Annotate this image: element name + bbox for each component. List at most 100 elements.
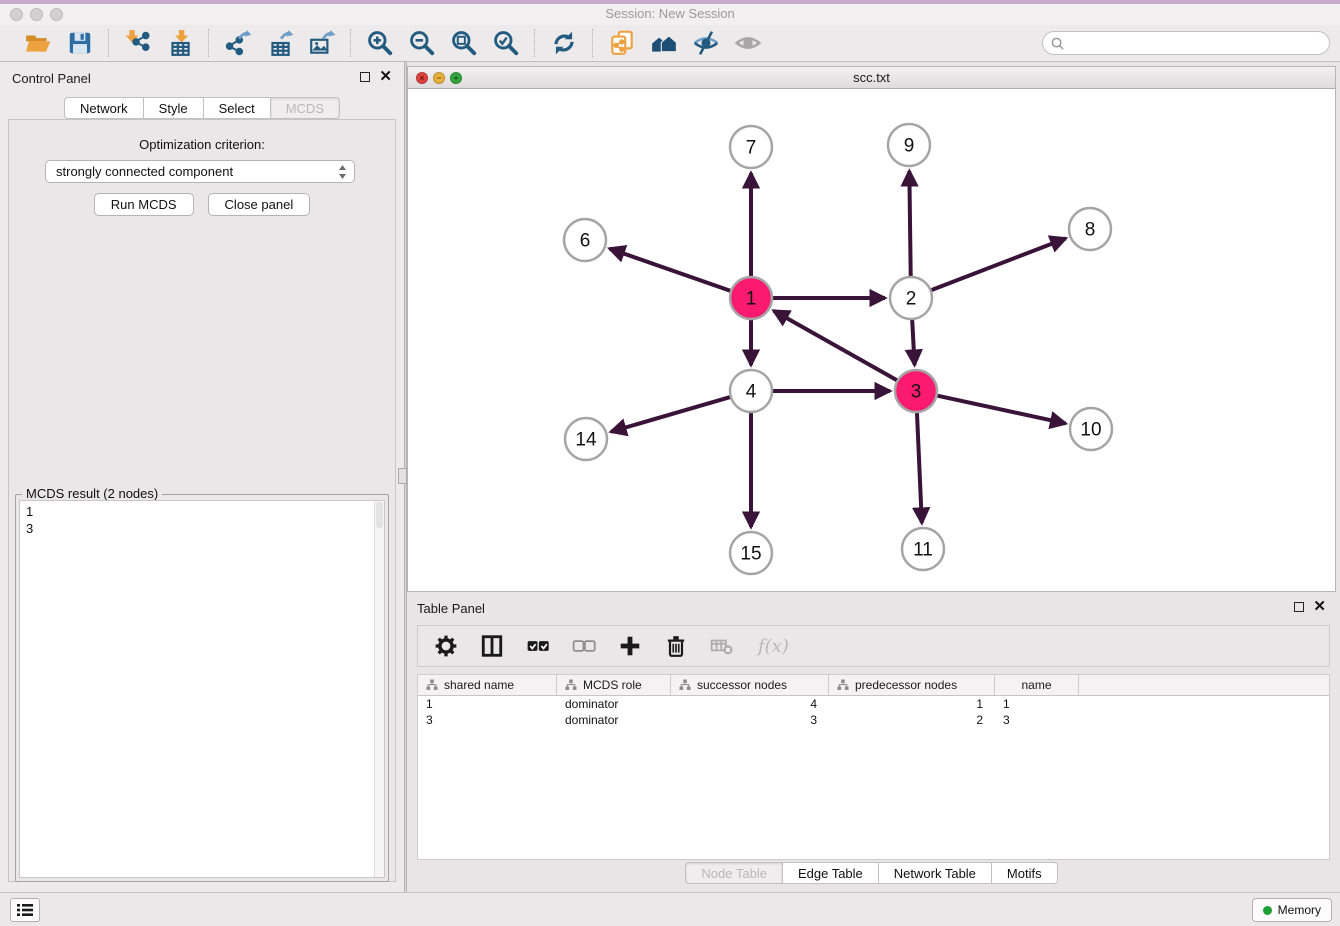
- trash-icon[interactable]: [664, 634, 688, 658]
- graph-node-9[interactable]: 9: [888, 124, 930, 166]
- checked-boxes-icon[interactable]: [526, 634, 550, 658]
- export-image-icon[interactable]: [306, 27, 338, 59]
- houses-icon[interactable]: [648, 27, 680, 59]
- zoom-selected-icon[interactable]: [490, 27, 522, 59]
- control-panel-tabs: NetworkStyleSelectMCDS: [0, 97, 404, 119]
- graph-edge-2-8[interactable]: [929, 238, 1066, 291]
- table-panel-tabs: Node TableEdge TableNetwork TableMotifs: [407, 862, 1336, 884]
- tab-motifs[interactable]: Motifs: [992, 862, 1058, 884]
- svg-text:1: 1: [746, 289, 757, 310]
- task-history-button[interactable]: [10, 898, 40, 922]
- plus-icon[interactable]: [618, 634, 642, 658]
- mcds-result-textarea[interactable]: 13: [19, 500, 385, 878]
- graph-edge-3-11[interactable]: [917, 410, 922, 523]
- graph-edge-1-6[interactable]: [610, 249, 734, 292]
- graph-node-4[interactable]: 4: [730, 370, 772, 412]
- memory-button-label: Memory: [1278, 903, 1321, 917]
- application-window: Session: New Session Control Panel ✕ Net…: [0, 0, 1340, 926]
- tab-edge-table[interactable]: Edge Table: [783, 862, 879, 884]
- graph-node-15[interactable]: 15: [730, 532, 772, 574]
- graph-node-2[interactable]: 2: [890, 277, 932, 319]
- network-window-titlebar[interactable]: × − + scc.txt: [408, 67, 1335, 89]
- zoom-fit-icon[interactable]: [448, 27, 480, 59]
- column-header-label: name: [1021, 678, 1051, 692]
- pages-share-icon[interactable]: [606, 27, 638, 59]
- graph-node-7[interactable]: 7: [730, 126, 772, 168]
- gear-icon[interactable]: [434, 634, 458, 658]
- graph-node-6[interactable]: 6: [564, 219, 606, 261]
- graph-edge-3-1[interactable]: [774, 311, 900, 382]
- float-panel-icon[interactable]: [360, 72, 370, 82]
- svg-text:3: 3: [911, 382, 922, 403]
- hierarchy-icon: [679, 679, 691, 691]
- tab-mcds[interactable]: MCDS: [271, 97, 340, 119]
- close-panel-icon[interactable]: ✕: [379, 71, 392, 83]
- float-table-panel-icon[interactable]: [1294, 602, 1304, 612]
- control-panel-header: Control Panel ✕: [0, 70, 404, 90]
- mcds-tab-content: Optimization criterion: strongly connect…: [8, 119, 396, 882]
- graph-node-11[interactable]: 11: [902, 528, 944, 570]
- column-header-shared-name[interactable]: shared name: [418, 675, 557, 695]
- svg-text:6: 6: [580, 231, 591, 252]
- tab-node-table[interactable]: Node Table: [685, 862, 783, 884]
- optimization-criterion-label: Optimization criterion:: [9, 137, 395, 152]
- table-panel-header: Table Panel ✕: [407, 600, 1336, 620]
- eye-icon[interactable]: [732, 27, 764, 59]
- svg-text:7: 7: [746, 138, 757, 159]
- half-eye-icon[interactable]: [690, 27, 722, 59]
- svg-text:2: 2: [906, 289, 917, 310]
- table-row[interactable]: 3dominator323: [418, 712, 1329, 728]
- tab-network[interactable]: Network: [64, 97, 144, 119]
- zoom-in-icon[interactable]: [364, 27, 396, 59]
- graph-node-14[interactable]: 14: [565, 418, 607, 460]
- network-canvas[interactable]: 7 9 6 8 1 2 4 3 14 10 15 11: [408, 89, 1335, 591]
- criterion-dropdown[interactable]: strongly connected component: [45, 160, 355, 183]
- graph-edge-4-14[interactable]: [611, 396, 733, 431]
- column-header-label: successor nodes: [697, 678, 787, 692]
- import-table-icon[interactable]: [164, 27, 196, 59]
- svg-text:15: 15: [740, 544, 761, 565]
- window-title: Session: New Session: [0, 6, 1340, 21]
- export-table-icon[interactable]: [264, 27, 296, 59]
- export-network-icon[interactable]: [222, 27, 254, 59]
- zoom-out-icon[interactable]: [406, 27, 438, 59]
- svg-text:8: 8: [1085, 220, 1096, 241]
- titlebar-accent: [0, 0, 1340, 4]
- split-panel-icon[interactable]: [480, 634, 504, 658]
- memory-button[interactable]: Memory: [1252, 898, 1332, 922]
- graph-edge-3-10[interactable]: [935, 395, 1066, 423]
- graph-node-10[interactable]: 10: [1070, 408, 1112, 450]
- mcds-result-line: 1: [26, 503, 368, 520]
- network-window-title: scc.txt: [408, 70, 1335, 85]
- table-cell: 1: [829, 696, 995, 712]
- result-scrollbar[interactable]: [374, 501, 384, 877]
- column-header-mcds-role[interactable]: MCDS role: [557, 675, 671, 695]
- import-network-icon[interactable]: [122, 27, 154, 59]
- tab-style[interactable]: Style: [144, 97, 204, 119]
- column-header-name[interactable]: name: [995, 675, 1079, 695]
- run-mcds-button[interactable]: Run MCDS: [94, 193, 194, 216]
- close-table-panel-icon[interactable]: ✕: [1313, 601, 1326, 613]
- tab-select[interactable]: Select: [204, 97, 271, 119]
- unchecked-boxes-icon[interactable]: [572, 634, 596, 658]
- status-bar: Memory: [0, 892, 1340, 926]
- close-panel-button[interactable]: Close panel: [208, 193, 311, 216]
- save-icon[interactable]: [64, 27, 96, 59]
- graph-node-3[interactable]: 3: [895, 370, 937, 412]
- refresh-icon[interactable]: [548, 27, 580, 59]
- open-file-icon[interactable]: [22, 27, 54, 59]
- graph-node-8[interactable]: 8: [1069, 208, 1111, 250]
- graph-edge-2-3[interactable]: [912, 317, 915, 365]
- mcds-result-title: MCDS result (2 nodes): [22, 486, 162, 501]
- panel-divider-handle[interactable]: [398, 468, 407, 484]
- graph-edge-2-9[interactable]: [909, 171, 910, 279]
- tab-network-table[interactable]: Network Table: [879, 862, 992, 884]
- criterion-dropdown-value: strongly connected component: [56, 164, 233, 179]
- column-header-predecessor-nodes[interactable]: predecessor nodes: [829, 675, 995, 695]
- search-input[interactable]: [1042, 31, 1330, 55]
- svg-text:10: 10: [1080, 420, 1101, 441]
- graph-node-1[interactable]: 1: [730, 277, 772, 319]
- column-header-successor-nodes[interactable]: successor nodes: [671, 675, 829, 695]
- table-row[interactable]: 1dominator411: [418, 696, 1329, 712]
- svg-text:14: 14: [575, 430, 597, 451]
